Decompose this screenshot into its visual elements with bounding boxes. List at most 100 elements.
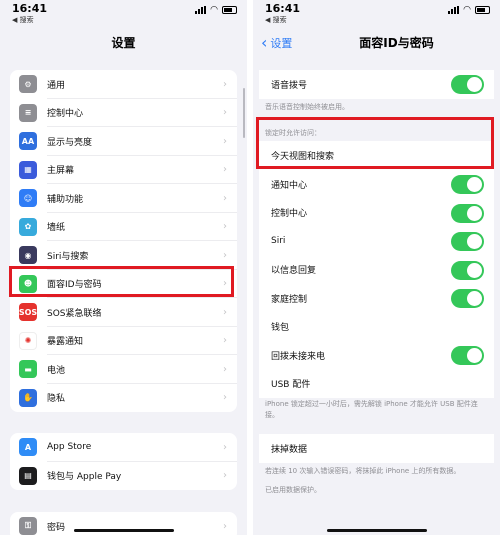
face-id-pane: 16:41 ◀ 搜索 ◠ ‹ 设置 面容ID与密码 语音拨号 音乐语音控制始终被… (253, 0, 500, 535)
home-indicator[interactable] (73, 529, 174, 532)
scrollbar[interactable] (243, 88, 245, 138)
settings-row-exposure[interactable]: ✺ 暴露通知 › (10, 327, 237, 356)
usb-note: iPhone 锁定超过一小时后，需先解锁 iPhone 才能允许 USB 配件连… (265, 400, 478, 419)
settings-row-accessibility[interactable]: ☺ 辅助功能 › (10, 184, 237, 213)
settings-row-sos[interactable]: SOS SOS紧急联络 › (10, 298, 237, 327)
voice-dial-label: 语音拨号 (271, 80, 308, 91)
chevron-right-icon: › (223, 164, 227, 176)
locked-access-label: 以信息回复 (271, 266, 317, 277)
wallpaper-icon: ✿ (19, 217, 37, 236)
chevron-right-icon: › (223, 470, 227, 482)
locked-access-label: 控制中心 (271, 209, 308, 220)
cellular-signal-icon (195, 6, 207, 14)
accessibility-icon: ☺ (19, 189, 37, 208)
siri-icon: ◉ (19, 246, 37, 265)
access-toggle[interactable] (451, 175, 484, 194)
settings-group-main: ⚙ 通用 › ≡ 控制中心 › AA 显示与亮度 › ▦ 主屏幕 › ☺ 辅助功能 › ✿ 墙纸 › ◉ Siri与搜… (10, 70, 237, 412)
erase-data-label: 抹掉数据 (271, 444, 308, 455)
locked-access-label: USB 配件 (271, 380, 311, 391)
settings-row-label: 通用 (47, 80, 66, 91)
back-to-search-link[interactable]: ◀ 搜索 (265, 15, 287, 25)
wifi-icon: ◠ (463, 5, 471, 15)
settings-row-gear[interactable]: ⚙ 通用 › (10, 70, 237, 99)
highlight-face-id (9, 266, 234, 297)
settings-row-label: 控制中心 (47, 109, 84, 120)
display-aa-icon: AA (19, 132, 37, 151)
locked-access-row[interactable]: 以信息回复 (259, 255, 494, 284)
wallet-icon: ▤ (19, 466, 37, 485)
chevron-right-icon: › (223, 107, 227, 119)
app-store-icon: A (19, 438, 37, 457)
settings-row-wallpaper[interactable]: ✿ 墙纸 › (10, 213, 237, 242)
settings-row-wallet[interactable]: ▤ 钱包与 Apple Pay › (10, 462, 237, 491)
chevron-right-icon: › (223, 192, 227, 204)
chevron-right-icon: › (223, 392, 227, 404)
wifi-icon: ◠ (210, 5, 218, 15)
locked-access-row[interactable]: 回拨未接来电 (259, 341, 494, 370)
settings-row-hand[interactable]: ✋ 隐私 › (10, 384, 237, 413)
settings-row-label: 墙纸 (47, 223, 66, 234)
chevron-right-icon: › (223, 335, 227, 347)
erase-note: 若连续 10 次输入错误密码，将抹掉此 iPhone 上的所有数据。 (265, 467, 461, 475)
status-indicators: ◠ (448, 5, 490, 15)
battery-icon: ▬ (19, 360, 37, 379)
settings-row-label: 暴露通知 (47, 337, 84, 348)
settings-row-label: 密码 (47, 522, 66, 533)
settings-row-display-aa[interactable]: AA 显示与亮度 › (10, 127, 237, 156)
page-title: 设置 (111, 36, 136, 50)
access-toggle[interactable] (451, 203, 484, 223)
settings-row-label: 钱包与 Apple Pay (47, 472, 122, 483)
sos-icon: SOS (19, 303, 37, 322)
locked-access-row[interactable]: 控制中心 (259, 198, 494, 227)
status-indicators: ◠ (195, 5, 237, 15)
settings-group-store: A App Store › ▤ 钱包与 Apple Pay › (10, 433, 237, 490)
battery-status-icon (475, 6, 490, 14)
settings-row-label: 辅助功能 (47, 194, 84, 205)
erase-data-row[interactable]: 抹掉数据 (259, 434, 494, 463)
battery-status-icon (222, 6, 237, 14)
gear-icon: ⚙ (19, 75, 37, 94)
locked-access-row[interactable]: USB 配件 (259, 369, 494, 398)
access-toggle[interactable] (451, 346, 484, 365)
locked-access-row[interactable]: 钱包 (259, 312, 494, 341)
settings-row-label: 主屏幕 (47, 166, 75, 177)
access-toggle[interactable] (451, 260, 484, 280)
back-to-search-link[interactable]: ◀ 搜索 (12, 15, 34, 25)
settings-row-label: SOS紧急联络 (47, 308, 102, 319)
settings-row-home-screen[interactable]: ▦ 主屏幕 › (10, 156, 237, 185)
back-button[interactable]: ‹ 设置 (261, 33, 292, 52)
chevron-right-icon: › (223, 221, 227, 233)
locked-access-row[interactable]: Siri (259, 227, 494, 256)
settings-row-battery[interactable]: ▬ 电池 › (10, 355, 237, 384)
chevron-right-icon: › (223, 249, 227, 261)
home-indicator[interactable] (326, 529, 427, 532)
settings-row-toggles[interactable]: ≡ 控制中心 › (10, 99, 237, 128)
voice-dial-row[interactable]: 语音拨号 (259, 70, 494, 99)
settings-row-label: 显示与亮度 (47, 137, 93, 148)
settings-row-label: 隐私 (47, 394, 66, 405)
chevron-right-icon: › (223, 441, 227, 453)
highlight-locked-access (256, 117, 494, 169)
data-protection-note: 已启用数据保护。 (265, 486, 321, 494)
settings-row-app-store[interactable]: A App Store › (10, 433, 237, 462)
locked-access-label: 钱包 (271, 323, 290, 334)
access-toggle[interactable] (451, 289, 484, 308)
locked-access-label: Siri (271, 236, 286, 247)
settings-row-label: 电池 (47, 365, 66, 376)
locked-access-list: 通知中心控制中心 Siri 以信息回复家庭控制钱包回拨未接来电 USB 配件 (259, 170, 494, 398)
settings-row-label: App Store (47, 442, 92, 453)
access-toggle[interactable] (451, 232, 484, 251)
locked-access-label: 通知中心 (271, 180, 308, 191)
voice-note: 音乐语音控制始终被启用。 (265, 103, 349, 111)
erase-data-section: 抹掉数据 (259, 434, 494, 463)
home-screen-icon: ▦ (19, 160, 37, 179)
status-time: 16:41 (265, 2, 301, 15)
status-time: 16:41 (12, 2, 48, 15)
toggles-icon: ≡ (19, 103, 37, 122)
chevron-right-icon: › (223, 520, 227, 532)
locked-access-row[interactable]: 通知中心 (259, 170, 494, 199)
exposure-icon: ✺ (19, 331, 37, 350)
status-bar: 16:41 ◀ 搜索 ◠ (0, 0, 247, 30)
locked-access-row[interactable]: 家庭控制 (259, 284, 494, 313)
voice-dial-toggle[interactable] (451, 75, 484, 94)
